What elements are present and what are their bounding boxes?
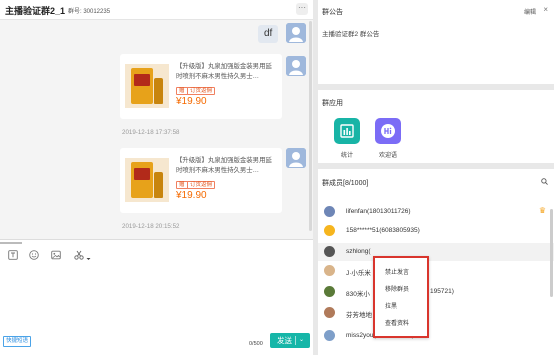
hi-icon	[375, 118, 401, 144]
member-name: 芬芳地地	[346, 312, 372, 319]
notice-edit-link[interactable]: 编辑	[524, 7, 536, 16]
group-id: 群号: 30012235	[68, 9, 111, 15]
message-list[interactable]: df 【升级版】丸泉加强版金装男用延时喷剂不麻木男性持久男士… 赠 订货返佣 ¥…	[0, 21, 313, 239]
product-card[interactable]: 【升级版】丸泉加强版金装男用延时喷剂不麻木男性持久男士… 赠 订货返佣 ¥19.…	[120, 148, 282, 213]
scissors-icon[interactable]	[74, 250, 92, 260]
product-image	[125, 158, 169, 202]
member-item[interactable]: szhlong(	[318, 243, 554, 261]
menu-item-remove[interactable]: 移除群员	[385, 284, 409, 293]
member-name: 158******51(6083805935)	[346, 227, 420, 234]
send-label: 发送	[277, 336, 292, 345]
member-item[interactable]: J·小乐米	[318, 262, 554, 280]
close-icon[interactable]: ×	[543, 5, 548, 14]
app-label: 欢迎语	[378, 153, 397, 159]
menu-item-view-profile[interactable]: 查看资料	[385, 318, 409, 327]
member-context-menu: 禁止发言 移除群员 拉黑 查看资料	[373, 256, 429, 338]
send-button[interactable]: 发送 ⌄	[270, 333, 310, 348]
member-item[interactable]: miss2you(7046241608)	[318, 327, 554, 345]
product-price: ¥19.90	[176, 190, 207, 201]
self-avatar[interactable]	[286, 148, 306, 168]
rebate-tag: 订货返佣	[187, 87, 216, 95]
product-image	[125, 64, 169, 108]
shortcut-phrases-button[interactable]: 快捷短语	[3, 336, 32, 347]
notice-content: 主播验证群2 群公告	[322, 31, 380, 38]
product-title: 【升级版】丸泉加强版金装男用延时喷剂不麻木男性持久男士…	[176, 63, 272, 80]
app-welcome[interactable]: 欢迎语	[373, 118, 403, 159]
apps-panel: 群应用 统计 欢迎语	[318, 90, 554, 163]
chat-title: 主播验证群2_1	[5, 6, 66, 16]
message-input[interactable]	[4, 266, 309, 326]
avatar	[324, 206, 335, 217]
text-message: df	[258, 25, 279, 43]
avatar	[324, 225, 335, 236]
menu-item-block[interactable]: 拉黑	[385, 301, 397, 310]
message-timestamp: 2019-12-18 20:15:52	[122, 223, 180, 230]
app-stats[interactable]: 统计	[332, 118, 362, 159]
avatar	[324, 246, 335, 257]
char-count: 0/500	[249, 341, 263, 347]
chat-window: 主播验证群2_1 群号: 30012235 ··· df 【升级版】丸泉加强版金…	[0, 0, 313, 355]
member-name: 830米小	[346, 291, 370, 298]
member-item[interactable]: lifenfan(18013011726) ♛	[318, 203, 554, 221]
self-avatar[interactable]	[286, 23, 306, 43]
search-icon[interactable]	[541, 178, 548, 185]
input-area: 快捷短语 0/500 发送 ⌄	[0, 239, 313, 355]
member-item[interactable]: 芬芳地地	[318, 304, 554, 322]
product-card[interactable]: 【升级版】丸泉加强版金装男用延时喷剂不麻木男性持久男士… 赠 订货返佣 ¥19.…	[120, 54, 282, 119]
apps-title: 群应用	[322, 100, 343, 107]
message-scrollbar[interactable]	[309, 21, 312, 231]
image-icon[interactable]	[51, 250, 61, 260]
members-panel: 群成员[8/1000] lifenfan(18013011726) ♛ 158*…	[318, 169, 554, 355]
more-options-button[interactable]: ···	[296, 3, 308, 15]
send-options-chevron-icon[interactable]: ⌄	[299, 333, 304, 348]
avatar	[324, 330, 335, 341]
rebate-tag: 订货返佣	[187, 181, 216, 189]
member-name-fragment: 195721)	[430, 288, 454, 295]
members-title: 群成员[8/1000]	[322, 180, 369, 187]
self-avatar[interactable]	[286, 56, 306, 76]
product-price: ¥19.90	[176, 96, 207, 107]
app-label: 统计	[340, 153, 353, 159]
side-panel: 群公告 编辑 × 主播验证群2 群公告 群应用 统计 欢迎语 群成员[8/100…	[314, 0, 554, 355]
member-item[interactable]: 830米小 195721)	[318, 283, 554, 301]
avatar	[324, 286, 335, 297]
chat-header: 主播验证群2_1 群号: 30012235 ···	[0, 0, 313, 20]
product-title: 【升级版】丸泉加强版金装男用延时喷剂不麻木男性持久男士…	[176, 157, 272, 174]
member-name: szhlong(	[346, 248, 371, 255]
send-divider	[295, 336, 296, 345]
emoji-icon[interactable]	[29, 250, 39, 260]
owner-crown-icon: ♛	[538, 206, 546, 215]
gift-tag: 赠	[176, 87, 188, 95]
member-name: lifenfan(18013011726)	[346, 208, 411, 215]
member-name: J·小乐米	[346, 270, 371, 277]
text-icon[interactable]	[8, 250, 18, 260]
menu-item-mute[interactable]: 禁止发言	[385, 267, 409, 276]
gift-tag: 赠	[176, 181, 188, 189]
notice-panel: 群公告 编辑 × 主播验证群2 群公告	[318, 0, 554, 84]
member-item[interactable]: 158******51(6083805935)	[318, 222, 554, 240]
resize-handle[interactable]	[0, 242, 22, 244]
avatar	[324, 265, 335, 276]
member-scrollbar[interactable]	[550, 209, 553, 297]
notice-title: 群公告	[322, 9, 343, 16]
avatar	[324, 307, 335, 318]
message-timestamp: 2019-12-18 17:37:58	[122, 129, 180, 136]
stats-icon	[334, 118, 360, 144]
